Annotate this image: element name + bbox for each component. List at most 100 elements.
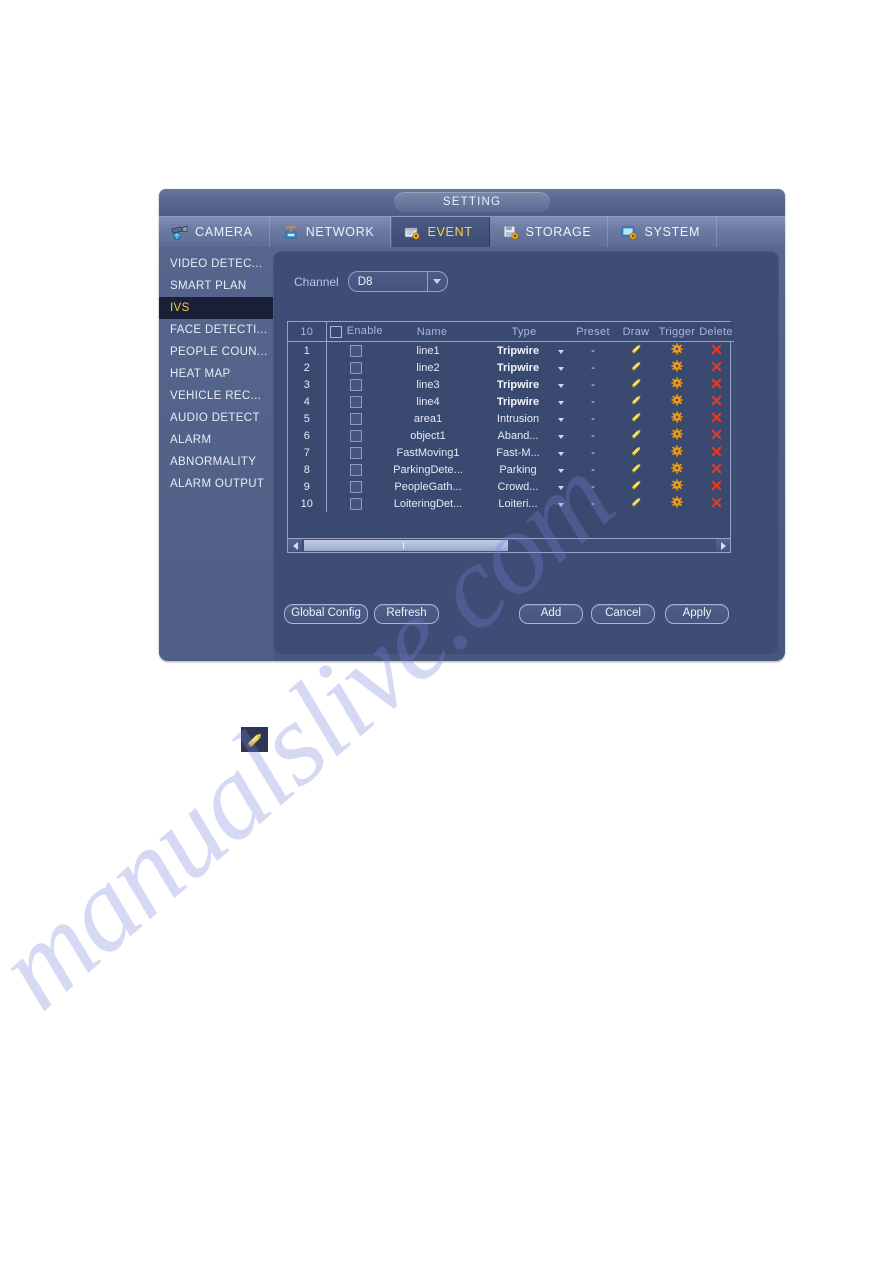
table-horizontal-scrollbar[interactable] bbox=[287, 538, 731, 553]
row-delete-cell[interactable] bbox=[698, 376, 734, 393]
row-draw-cell[interactable] bbox=[616, 410, 656, 427]
row-delete-cell[interactable] bbox=[698, 495, 734, 512]
enable-checkbox[interactable] bbox=[350, 429, 363, 442]
table-row[interactable]: 6 object1 Aband... - bbox=[288, 427, 734, 444]
row-type-dropdown[interactable] bbox=[552, 342, 570, 360]
row-trigger-cell[interactable] bbox=[656, 376, 698, 393]
pencil-icon[interactable] bbox=[630, 496, 643, 511]
row-trigger-cell[interactable] bbox=[656, 495, 698, 512]
scrollbar-track[interactable] bbox=[302, 539, 716, 552]
gear-icon[interactable] bbox=[671, 462, 683, 477]
close-icon[interactable] bbox=[711, 361, 722, 375]
row-enable-cell[interactable] bbox=[326, 393, 386, 410]
row-delete-cell[interactable] bbox=[698, 478, 734, 495]
gear-icon[interactable] bbox=[671, 343, 683, 358]
enable-checkbox[interactable] bbox=[350, 463, 363, 476]
pencil-icon[interactable] bbox=[630, 377, 643, 392]
table-row[interactable]: 9 PeopleGath... Crowd... - bbox=[288, 478, 734, 495]
row-draw-cell[interactable] bbox=[616, 376, 656, 393]
row-enable-cell[interactable] bbox=[326, 376, 386, 393]
pencil-icon[interactable] bbox=[630, 445, 643, 460]
sidebar-item-vehicle-recog[interactable]: VEHICLE REC... bbox=[159, 385, 273, 407]
apply-button[interactable]: Apply bbox=[665, 604, 729, 624]
gear-icon[interactable] bbox=[671, 394, 683, 409]
row-delete-cell[interactable] bbox=[698, 342, 734, 360]
row-delete-cell[interactable] bbox=[698, 444, 734, 461]
pencil-icon[interactable] bbox=[630, 428, 643, 443]
refresh-button[interactable]: Refresh bbox=[374, 604, 439, 624]
row-type-dropdown[interactable] bbox=[552, 478, 570, 495]
row-type-dropdown[interactable] bbox=[552, 427, 570, 444]
sidebar-item-face-detection[interactable]: FACE DETECTI... bbox=[159, 319, 273, 341]
global-config-button[interactable]: Global Config bbox=[284, 604, 368, 624]
tab-network[interactable]: NETWORK bbox=[270, 217, 392, 247]
enable-checkbox[interactable] bbox=[350, 361, 363, 374]
chevron-down-icon[interactable] bbox=[426, 272, 447, 291]
table-row[interactable]: 5 area1 Intrusion - bbox=[288, 410, 734, 427]
row-trigger-cell[interactable] bbox=[656, 359, 698, 376]
close-icon[interactable] bbox=[711, 378, 722, 392]
close-icon[interactable] bbox=[711, 395, 722, 409]
row-draw-cell[interactable] bbox=[616, 478, 656, 495]
enable-checkbox[interactable] bbox=[350, 412, 363, 425]
close-icon[interactable] bbox=[711, 497, 722, 511]
row-type-dropdown[interactable] bbox=[552, 495, 570, 512]
row-trigger-cell[interactable] bbox=[656, 342, 698, 360]
row-enable-cell[interactable] bbox=[326, 427, 386, 444]
sidebar-item-video-detect[interactable]: VIDEO DETEC... bbox=[159, 253, 273, 275]
row-delete-cell[interactable] bbox=[698, 393, 734, 410]
row-trigger-cell[interactable] bbox=[656, 478, 698, 495]
row-trigger-cell[interactable] bbox=[656, 444, 698, 461]
row-delete-cell[interactable] bbox=[698, 359, 734, 376]
row-type-dropdown[interactable] bbox=[552, 461, 570, 478]
row-type-dropdown[interactable] bbox=[552, 376, 570, 393]
pencil-icon[interactable] bbox=[630, 343, 643, 358]
sidebar-item-abnormality[interactable]: ABNORMALITY bbox=[159, 451, 273, 473]
add-button[interactable]: Add bbox=[519, 604, 583, 624]
table-row[interactable]: 3 line3 Tripwire - bbox=[288, 376, 734, 393]
gear-icon[interactable] bbox=[671, 411, 683, 426]
row-delete-cell[interactable] bbox=[698, 427, 734, 444]
row-type-dropdown[interactable] bbox=[552, 393, 570, 410]
sidebar-item-alarm-output[interactable]: ALARM OUTPUT bbox=[159, 473, 273, 495]
enable-checkbox[interactable] bbox=[350, 395, 363, 408]
row-draw-cell[interactable] bbox=[616, 461, 656, 478]
table-row[interactable]: 8 ParkingDete... Parking - bbox=[288, 461, 734, 478]
channel-select[interactable]: D8 bbox=[347, 271, 448, 292]
scrollbar-thumb[interactable] bbox=[304, 540, 508, 551]
row-draw-cell[interactable] bbox=[616, 342, 656, 360]
row-enable-cell[interactable] bbox=[326, 478, 386, 495]
close-icon[interactable] bbox=[711, 412, 722, 426]
row-enable-cell[interactable] bbox=[326, 495, 386, 512]
sidebar-item-ivs[interactable]: IVS bbox=[159, 297, 273, 319]
row-draw-cell[interactable] bbox=[616, 444, 656, 461]
pencil-icon[interactable] bbox=[630, 394, 643, 409]
gear-icon[interactable] bbox=[671, 445, 683, 460]
table-row[interactable]: 2 line2 Tripwire - bbox=[288, 359, 734, 376]
row-type-dropdown[interactable] bbox=[552, 444, 570, 461]
gear-icon[interactable] bbox=[671, 377, 683, 392]
scroll-right-arrow-icon[interactable] bbox=[716, 539, 730, 552]
table-row[interactable]: 7 FastMoving1 Fast-M... - bbox=[288, 444, 734, 461]
table-row[interactable]: 4 line4 Tripwire - bbox=[288, 393, 734, 410]
tab-system[interactable]: SYSTEM bbox=[608, 217, 718, 247]
close-icon[interactable] bbox=[711, 446, 722, 460]
pencil-icon[interactable] bbox=[630, 411, 643, 426]
tab-storage[interactable]: STORAGE bbox=[490, 217, 609, 247]
row-draw-cell[interactable] bbox=[616, 393, 656, 410]
row-enable-cell[interactable] bbox=[326, 444, 386, 461]
row-draw-cell[interactable] bbox=[616, 495, 656, 512]
row-trigger-cell[interactable] bbox=[656, 427, 698, 444]
gear-icon[interactable] bbox=[671, 496, 683, 511]
row-delete-cell[interactable] bbox=[698, 410, 734, 427]
header-enable[interactable]: Enable bbox=[326, 322, 386, 342]
pencil-icon[interactable] bbox=[630, 479, 643, 494]
row-enable-cell[interactable] bbox=[326, 342, 386, 360]
sidebar-item-alarm[interactable]: ALARM bbox=[159, 429, 273, 451]
gear-icon[interactable] bbox=[671, 479, 683, 494]
gear-icon[interactable] bbox=[671, 428, 683, 443]
row-enable-cell[interactable] bbox=[326, 359, 386, 376]
row-type-dropdown[interactable] bbox=[552, 410, 570, 427]
tab-camera[interactable]: CAMERA bbox=[159, 217, 270, 247]
row-type-dropdown[interactable] bbox=[552, 359, 570, 376]
